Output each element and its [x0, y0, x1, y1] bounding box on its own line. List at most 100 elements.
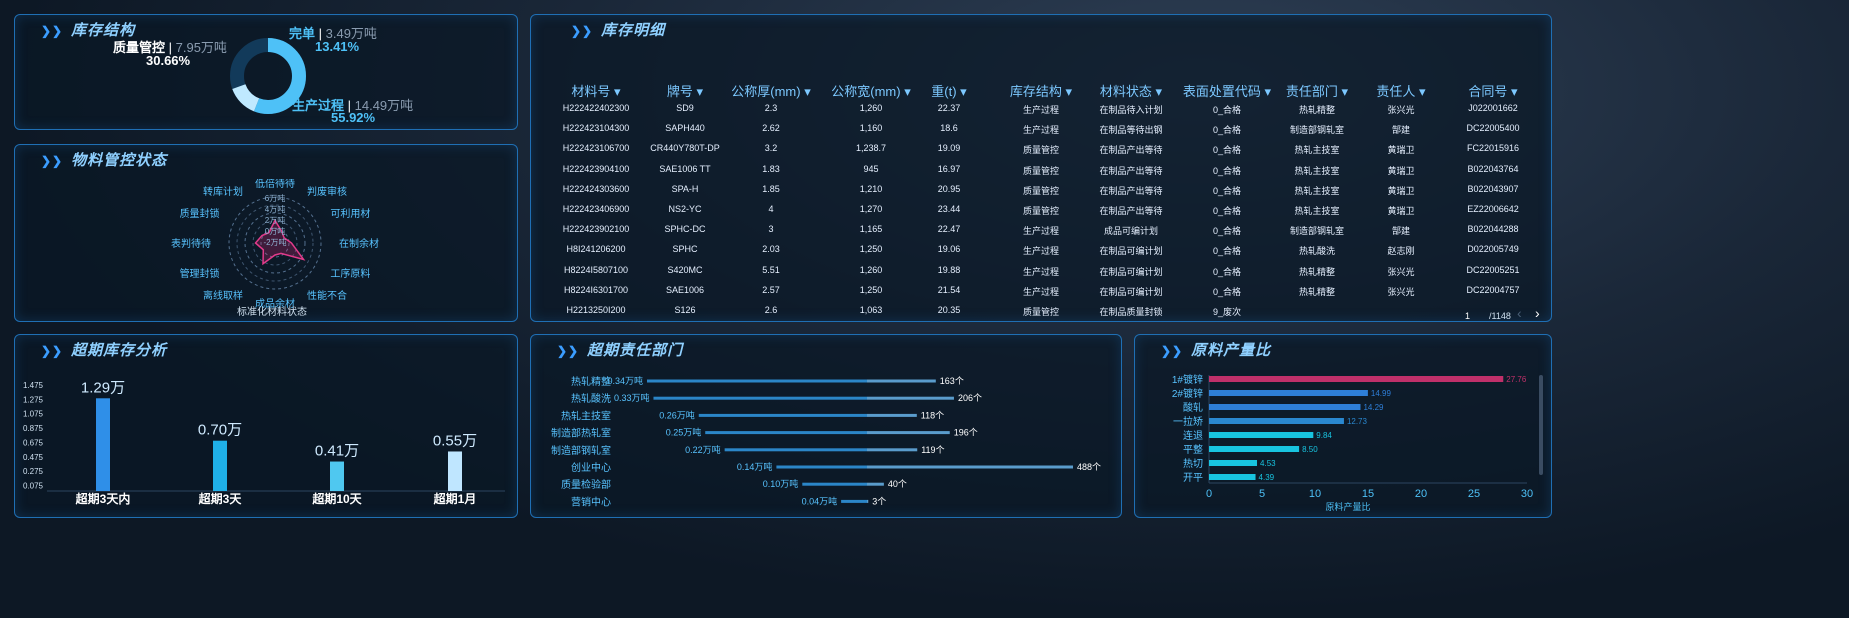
overdue-bar[interactable]: [330, 461, 344, 491]
y-tick-label: 0.675: [23, 438, 44, 447]
weight-label: 0.14万吨: [737, 461, 773, 472]
prev-page-icon[interactable]: ‹: [1517, 305, 1522, 321]
weight-bar[interactable]: [705, 431, 867, 435]
column-header[interactable]: 公称宽(mm) ▾: [831, 81, 910, 100]
count-label: 488个: [1077, 462, 1101, 472]
structure-pct-done: 13.41%: [315, 39, 360, 54]
weight-bar[interactable]: [841, 499, 867, 503]
inventory-detail-panel: ❯❯ 库存明细 材料号 ▾ 牌号 ▾ 公称厚(mm) ▾ 公称宽(mm) ▾ 重(t) ▾…: [530, 14, 1552, 322]
table-cell: 1.85: [762, 183, 780, 194]
ratio-bar[interactable]: [1209, 390, 1368, 396]
table-cell: 3.2: [764, 143, 778, 154]
material-output-panel: ❯❯ 原料产量比 0 5 10 15 20 25 30 原料产量比 1#镀锌 27.76 2#镀锌 14…: [1134, 334, 1552, 518]
ratio-bar[interactable]: [1209, 404, 1361, 410]
count-bar[interactable]: [867, 482, 884, 486]
count-bar[interactable]: [867, 396, 954, 400]
next-page-icon[interactable]: ›: [1535, 305, 1540, 321]
ratio-bar[interactable]: [1209, 460, 1258, 466]
radar-axis-label: 质量封锁: [180, 207, 220, 220]
table-cell: 1,260: [859, 103, 883, 113]
table-cell: 成品可编计划: [1103, 226, 1159, 237]
table-cell: 20.95: [937, 183, 961, 194]
weight-label: 0.22万吨: [685, 444, 721, 455]
overdue-bar[interactable]: [213, 440, 227, 491]
column-header[interactable]: 重(t) ▾: [931, 81, 966, 100]
table-cell: 4: [768, 204, 774, 214]
column-header[interactable]: 库存结构 ▾: [1010, 81, 1072, 100]
y-tick-label: 一拉矫: [1173, 415, 1203, 428]
column-header[interactable]: 责任部门 ▾: [1286, 81, 1348, 100]
table-cell: 制造部钢轧室: [1289, 125, 1345, 136]
column-header[interactable]: 责任人 ▾: [1376, 81, 1425, 100]
count-label: 3个: [872, 496, 886, 506]
bar-value-label: 12.73: [1347, 417, 1368, 426]
ratio-bar[interactable]: [1209, 446, 1300, 452]
pagination-current[interactable]: 1: [1465, 311, 1470, 321]
ratio-bar[interactable]: [1209, 376, 1504, 382]
dept-label: 质量检验部: [561, 478, 611, 491]
table-cell: H8I241206200: [566, 244, 626, 255]
weight-bar[interactable]: [802, 482, 867, 486]
table-cell: NS2-YC: [668, 204, 702, 214]
table-cell: SAE1006: [665, 284, 705, 295]
ratio-bar[interactable]: [1209, 474, 1256, 480]
table-cell: 生产过程: [1022, 286, 1060, 297]
column-header[interactable]: 合同号 ▾: [1468, 81, 1517, 100]
table-cell: H222423104300: [562, 123, 630, 134]
table-cell: 0_合格: [1212, 105, 1242, 115]
table-cell: 生产过程: [1022, 226, 1060, 237]
table-cell: 制造部钢轧室: [1289, 226, 1345, 237]
overdue-bar[interactable]: [448, 451, 462, 491]
column-header[interactable]: 表面处置代码 ▾: [1183, 81, 1271, 100]
table-cell: H222423902100: [562, 224, 630, 235]
overdue-bar[interactable]: [96, 398, 110, 491]
column-header[interactable]: 公称厚(mm) ▾: [731, 81, 810, 100]
radar-axis-label: 性能不合: [307, 289, 347, 302]
radar-ring-label: 4万吨: [265, 204, 285, 214]
bar-value-label: 0.70万: [198, 422, 242, 439]
count-bar[interactable]: [867, 379, 936, 383]
weight-bar[interactable]: [698, 413, 867, 417]
output-ratio-chart[interactable]: 0 5 10 15 20 25 30 原料产量比 1#镀锌 27.76 2#镀锌 14.99 酸轧 14.…: [1135, 365, 1553, 517]
radar-axis-label: 表判待待: [171, 237, 211, 250]
count-label: 196个: [954, 428, 978, 438]
scrollbar[interactable]: [1539, 375, 1543, 475]
table-cell: 热轧精整: [1298, 286, 1336, 297]
chevron-icon: ❯❯: [41, 24, 64, 38]
panel-title: ❯❯ 物料管控状态: [41, 152, 168, 169]
ratio-bar[interactable]: [1209, 432, 1314, 438]
ratio-bar[interactable]: [1209, 418, 1344, 424]
table-cell: 在制品质量封锁: [1099, 307, 1163, 317]
table-cell: FC22015916: [1466, 143, 1520, 154]
table-cell: 1,210: [859, 183, 883, 194]
column-header[interactable]: 材料状态 ▾: [1100, 81, 1162, 100]
bar-value-label: 14.99: [1371, 389, 1392, 398]
count-bar[interactable]: [867, 431, 950, 435]
chevron-icon: ❯❯: [41, 154, 64, 168]
material-radar-chart[interactable]: 低倍待待判废审核可利用材在制余材工序原料性能不合成品余材离线取样管理封锁表判待待…: [165, 179, 385, 319]
weight-bar[interactable]: [647, 379, 867, 383]
weight-label: 0.10万吨: [763, 478, 799, 489]
table-cell: 5.51: [762, 264, 780, 275]
weight-bar[interactable]: [776, 465, 867, 469]
table-row[interactable]: H2213250I200 S126 2.6 1,063 20.35 质量管控 在制品质量封锁…: [531, 305, 1553, 329]
count-bar[interactable]: [867, 448, 918, 452]
table-cell: SD9: [676, 103, 694, 113]
count-bar[interactable]: [867, 499, 869, 503]
radar-ring-label: 0万吨: [265, 226, 285, 236]
dept-bar-chart[interactable]: 热轧精整0.34万吨 163个热轧酸洗 0.33万吨 206个热轧主技室 0.26万吨 1…: [531, 365, 1123, 517]
table-cell: 张兴光: [1387, 286, 1415, 297]
table-cell: DC22005400: [1466, 123, 1520, 134]
column-header[interactable]: 牌号 ▾: [667, 81, 703, 100]
inventory-structure-panel: ❯❯ 库存结构 质量管控 | 7.95万吨 30.66% 完单 | 3.49万吨 …: [14, 14, 518, 130]
count-bar[interactable]: [867, 413, 917, 417]
weight-bar[interactable]: [724, 448, 867, 452]
table-cell: H222423904100: [562, 163, 630, 174]
weight-bar[interactable]: [653, 396, 867, 400]
column-header[interactable]: 材料号 ▾: [571, 81, 620, 100]
count-bar[interactable]: [867, 465, 1073, 469]
radar-ring-label: 6万吨: [265, 193, 285, 203]
overdue-bar-chart[interactable]: 1.475 1.275 1.075 0.875 0.675 0.475 0.275 0.075…: [15, 365, 515, 515]
table-cell: 赵志刚: [1387, 246, 1415, 257]
table-cell: 质量管控: [1022, 145, 1060, 156]
